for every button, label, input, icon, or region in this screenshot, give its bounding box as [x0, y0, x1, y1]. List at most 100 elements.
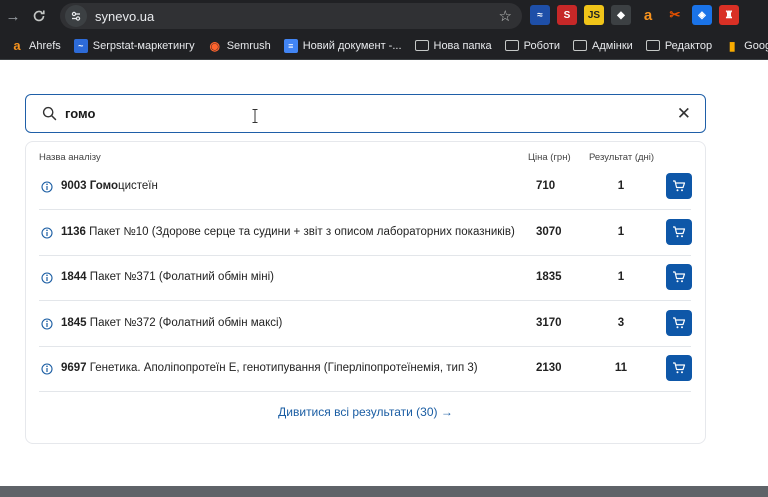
column-header-name: Назва аналізу: [39, 152, 101, 163]
extension-ahrefs-icon[interactable]: a: [638, 5, 658, 25]
cart-icon: [672, 361, 686, 375]
text-cursor-icon: [252, 109, 258, 123]
search-icon: [42, 106, 57, 121]
search-results-panel: Назва аналізу Ціна (грн) Результат (дні)…: [25, 141, 706, 444]
extension-tag-icon[interactable]: ◈: [692, 5, 712, 25]
result-title: Генетика. Аполіпопротеїн Е, генотипуванн…: [89, 362, 478, 374]
result-days: 3: [617, 316, 625, 329]
site-info-icon[interactable]: [65, 5, 87, 27]
clear-search-icon[interactable]: ✕: [677, 105, 691, 122]
bookmark-docs[interactable]: ≡ Новий документ -...: [283, 38, 402, 53]
serpstat-icon: ~: [73, 38, 88, 53]
column-header-price: Ціна (грн): [528, 152, 571, 163]
column-header-days: Результат (дні): [589, 152, 655, 163]
bookmarks-bar: a Ahrefs ~ Serpstat-маркетингу ◉ Semrush…: [0, 32, 768, 60]
result-row[interactable]: 1845 Пакет №372 (Фолатний обмін максі) 31…: [39, 302, 692, 347]
url-text[interactable]: synevo.ua: [95, 9, 154, 24]
cart-icon: [672, 316, 686, 330]
bookmark-star-icon[interactable]: ☆: [499, 7, 512, 25]
result-row[interactable]: 1844 Пакет №371 (Фолатний обмін міні) 183…: [39, 256, 692, 301]
result-price: 1835: [536, 271, 562, 283]
bookmark-label: Редактор: [664, 39, 713, 52]
result-row[interactable]: 9003 Гомоцистеїн 710 1: [39, 165, 692, 210]
bookmark-label: Адмінки: [592, 39, 633, 52]
info-icon[interactable]: [41, 317, 53, 335]
bookmark-label: Новий документ -...: [302, 39, 402, 52]
info-icon[interactable]: [41, 226, 53, 244]
extension-chess-icon[interactable]: ♜: [719, 5, 739, 25]
info-icon[interactable]: [41, 271, 53, 289]
result-title: Пакет №372 (Фолатний обмін максі): [89, 316, 283, 329]
ahrefs-icon: a: [13, 38, 21, 53]
bookmark-label: Нова папка: [433, 39, 492, 52]
bookmark-folder-work[interactable]: Роботи: [504, 39, 561, 52]
search-field[interactable]: гомо ✕: [25, 94, 706, 133]
result-title: Пакет №10 (Здорове серце та судини + зві…: [89, 225, 515, 238]
result-price: 3170: [536, 316, 562, 329]
cart-icon: [672, 225, 686, 239]
forward-icon[interactable]: →: [0, 3, 26, 29]
result-title: Пакет №371 (Фолатний обмін міні): [89, 271, 274, 283]
result-days: 11: [614, 362, 628, 374]
folder-icon: [645, 40, 660, 51]
extension-js-icon[interactable]: JS: [584, 5, 604, 25]
result-code: 1845: [61, 316, 87, 329]
result-code: 1136: [61, 225, 86, 238]
search-input[interactable]: гомо: [65, 106, 95, 121]
bookmark-label: Semrush: [226, 39, 271, 52]
add-to-cart-button[interactable]: [666, 218, 692, 245]
bookmark-label: Роботи: [523, 39, 561, 52]
add-to-cart-button[interactable]: [666, 264, 692, 290]
bookmark-serpstat[interactable]: ~ Serpstat-маркетингу: [73, 38, 195, 53]
extension-s-icon[interactable]: S: [557, 5, 577, 25]
reload-icon[interactable]: [26, 3, 52, 29]
folder-icon: [504, 40, 519, 51]
result-price: 3070: [536, 225, 562, 238]
bookmark-folder-editor[interactable]: Редактор: [645, 39, 713, 52]
result-code: 9003: [61, 180, 87, 192]
bookmark-semrush[interactable]: ◉ Semrush: [208, 38, 271, 53]
result-row[interactable]: 9697 Генетика. Аполіпопротеїн Е, генотип…: [39, 347, 692, 392]
add-to-cart-button[interactable]: [666, 355, 692, 381]
docs-icon: ≡: [283, 38, 298, 53]
bottom-bar: [0, 486, 768, 497]
result-name[interactable]: 9003 Гомоцистеїн: [61, 180, 158, 192]
bookmark-analytics[interactable]: ▮ Google Аналит: [725, 39, 768, 53]
result-name[interactable]: 1845 Пакет №372 (Фолатний обмін максі): [61, 317, 282, 329]
result-days: 1: [617, 271, 625, 283]
bookmark-label: Google Аналит: [744, 39, 768, 52]
analytics-icon: ▮: [728, 38, 736, 53]
result-price: 2130: [536, 362, 562, 374]
bookmark-folder-admin[interactable]: Адмінки: [573, 40, 633, 52]
info-icon[interactable]: [41, 180, 53, 198]
extension-eraser-icon[interactable]: ◆: [611, 5, 631, 25]
bookmark-ahrefs[interactable]: a Ahrefs: [10, 38, 61, 53]
result-name[interactable]: 9697 Генетика. Аполіпопротеїн Е, генотип…: [61, 362, 478, 374]
cart-icon: [672, 270, 686, 284]
info-icon[interactable]: [41, 362, 53, 380]
bookmark-folder-new[interactable]: Нова папка: [414, 39, 492, 52]
extension-scissors-icon[interactable]: ✂: [665, 5, 685, 25]
folder-icon: [573, 40, 588, 51]
result-days: 1: [617, 225, 625, 238]
add-to-cart-button[interactable]: [666, 173, 692, 199]
browser-toolbar: → synevo.ua ☆ ≈ S JS ◆ a ✂ ◈ ♜: [0, 0, 768, 32]
result-title: цистеїн: [118, 180, 158, 192]
result-code: 9697: [61, 362, 87, 374]
folder-icon: [414, 40, 429, 51]
semrush-icon: ◉: [209, 38, 220, 53]
result-days: 1: [617, 180, 625, 192]
view-all-results-link[interactable]: Дивитися всі результати (30) →: [26, 405, 705, 419]
result-name[interactable]: 1136 Пакет №10 (Здорове серце та судини …: [61, 226, 515, 238]
bookmark-label: Ahrefs: [29, 39, 61, 52]
result-row[interactable]: 1136 Пакет №10 (Здорове серце та судини …: [39, 211, 692, 256]
result-code: 1844: [61, 271, 87, 283]
extensions-bar: ≈ S JS ◆ a ✂ ◈ ♜: [530, 5, 739, 25]
cart-icon: [672, 179, 686, 193]
address-bar[interactable]: synevo.ua ☆: [60, 3, 522, 29]
extension-wave-icon[interactable]: ≈: [530, 5, 550, 25]
result-name[interactable]: 1844 Пакет №371 (Фолатний обмін міні): [61, 271, 274, 283]
result-price: 710: [536, 180, 556, 192]
bookmark-label: Serpstat-маркетингу: [92, 39, 195, 52]
add-to-cart-button[interactable]: [666, 309, 692, 336]
